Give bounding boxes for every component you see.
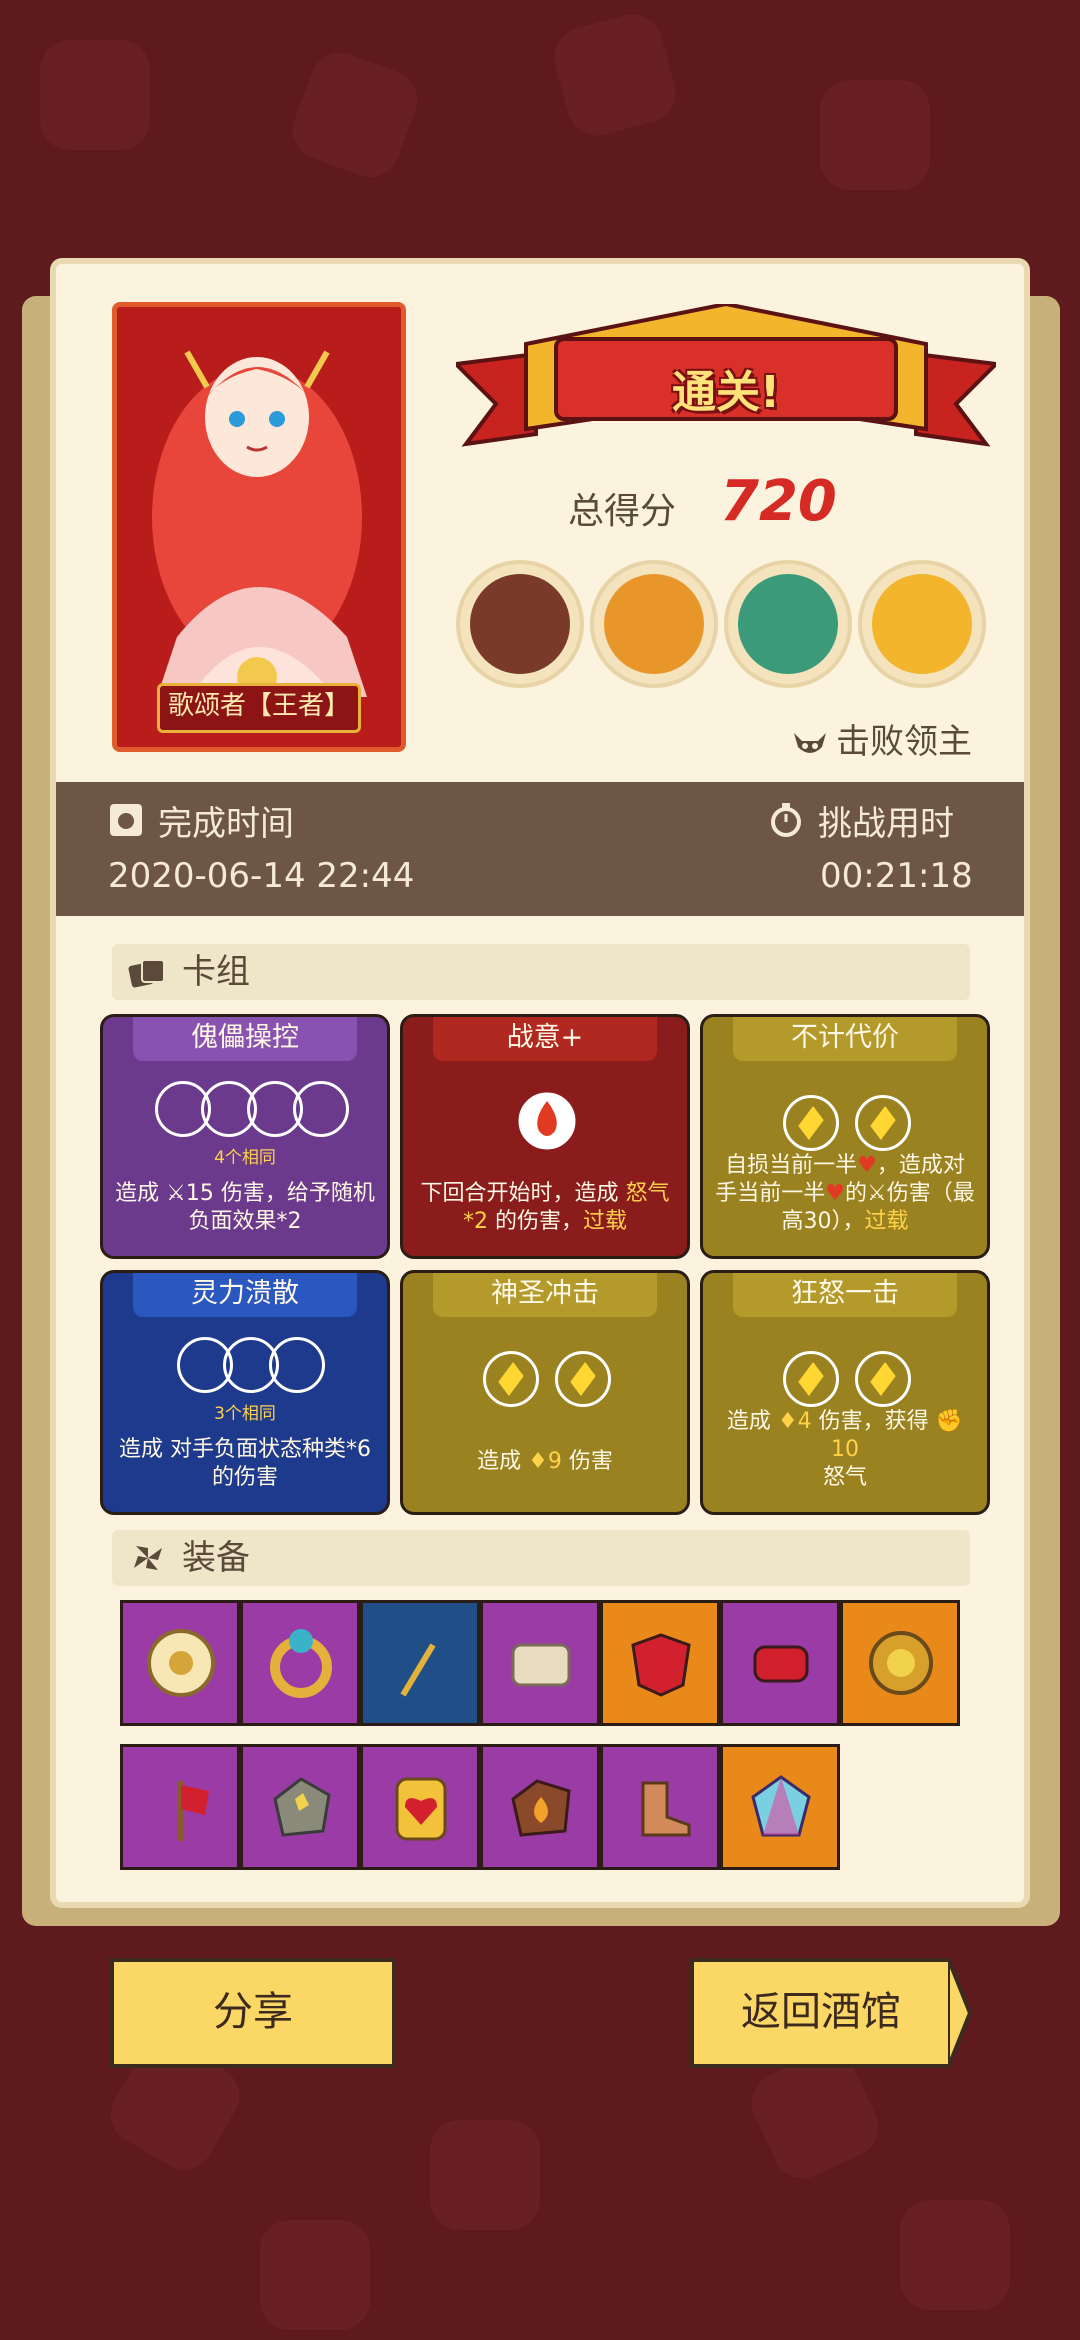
equipment-slot[interactable]: [720, 1744, 840, 1870]
back-to-tavern-button[interactable]: 返回酒馆: [690, 1958, 952, 2068]
skill-card-title: 神圣冲击: [433, 1273, 657, 1317]
gem-slot-icon: [783, 1095, 839, 1151]
equipment-slot[interactable]: [240, 1600, 360, 1726]
background-pattern: [284, 44, 426, 186]
result-panel: 歌颂者【王者】 通关! 总得分 720 击败领主 完成时间 2020-06-14…: [50, 258, 1030, 1908]
skill-card[interactable]: 狂怒一击 造成 ♦4 伤害，获得 ✊10 怒气: [700, 1270, 990, 1515]
cards-icon: [128, 959, 165, 988]
score-label: 总得分: [568, 491, 677, 532]
stone-icon: [273, 1777, 331, 1837]
skill-card-title: 灵力溃散: [133, 1273, 357, 1317]
background-pattern: [547, 7, 683, 143]
victory-banner-text: 通关!: [671, 367, 781, 418]
crystal-icon: [751, 1775, 811, 1837]
gem-slot-icon: [855, 1095, 911, 1151]
skill-card[interactable]: 战意+ 下回合开始时，造成 怒气*2 的伤害，过载: [400, 1014, 690, 1259]
score-value: 720: [720, 469, 837, 534]
equipment-slot[interactable]: [720, 1600, 840, 1726]
gem-icon: ♦: [528, 1449, 548, 1474]
background-pattern: [900, 2200, 1010, 2310]
equipment-slot[interactable]: [360, 1744, 480, 1870]
equipment-slot[interactable]: [120, 1744, 240, 1870]
equipment-slot[interactable]: [120, 1600, 240, 1726]
gem-slot-icon: [555, 1351, 611, 1407]
moon-wand-icon: [400, 1633, 447, 1697]
pinwheel-icon: [134, 1546, 162, 1570]
slot-circle: [269, 1337, 325, 1393]
duration-value: 00:21:18: [820, 856, 973, 896]
gem-slot-icon: [483, 1351, 539, 1407]
skill-card[interactable]: 不计代价 自损当前一半♥，造成对手当前一半♥的⚔伤害（最高30），过载: [700, 1014, 990, 1259]
finish-time-value: 2020-06-14 22:44: [108, 856, 415, 896]
skill-card-desc: 造成 ⚔15 伤害，给予随机负面效果*2: [115, 1181, 375, 1234]
equipment-slot[interactable]: [600, 1600, 720, 1726]
equipment-slot[interactable]: [480, 1600, 600, 1726]
duration-label: 挑战用时: [818, 804, 954, 844]
equipment-title: 装备: [182, 1538, 250, 1578]
boss-avatar: [858, 560, 986, 688]
skill-card-title: 不计代价: [733, 1017, 957, 1061]
calendar-icon: [110, 804, 142, 836]
hero-name: 歌颂者【王者】: [157, 683, 361, 733]
defeat-boss-label: 击败领主: [792, 714, 972, 763]
boss-avatar: [724, 560, 852, 688]
equipment-slot[interactable]: [240, 1744, 360, 1870]
defeat-boss-text: 击败领主: [836, 722, 972, 762]
ring-icon: [270, 1629, 332, 1698]
skull-horns-icon: [794, 732, 826, 753]
armor-icon: [631, 1633, 691, 1697]
bracer-icon: [753, 1645, 809, 1683]
deck-section-header: 卡组: [112, 944, 970, 1000]
shield-icon: [147, 1629, 215, 1697]
skill-card-desc: 下回合开始时，造成 怒气*2 的伤害，过载: [420, 1181, 670, 1234]
skill-card-desc: 造成 ♦4 伤害，获得 ✊10 怒气: [726, 1409, 964, 1490]
skill-card-desc: 自损当前一半♥，造成对手当前一半♥的⚔伤害（最高30），过载: [715, 1153, 975, 1234]
skill-card-desc: 造成 ♦9 伤害: [477, 1449, 613, 1474]
scroll-icon: [511, 1643, 571, 1687]
finish-time-label: 完成时间: [158, 804, 294, 844]
time-bar: 完成时间 2020-06-14 22:44 挑战用时 00:21:18: [56, 782, 1024, 916]
equipment-slot[interactable]: [480, 1744, 600, 1870]
equipment-slot[interactable]: [360, 1600, 480, 1726]
deck-title: 卡组: [182, 952, 250, 992]
fist-icon: ✊: [935, 1409, 964, 1434]
skill-card-title: 狂怒一击: [733, 1273, 957, 1317]
equipment-slot[interactable]: [600, 1744, 720, 1870]
medal-icon: [869, 1631, 933, 1695]
gem-icon: ♦: [777, 1409, 798, 1434]
equipment-slot[interactable]: [840, 1600, 960, 1726]
hero-card: 歌颂者【王者】: [112, 302, 406, 752]
skill-card[interactable]: 傀儡操控 4个相同 造成 ⚔15 伤害，给予随机负面效果*2: [100, 1014, 390, 1259]
gem-slot-icon: [783, 1351, 839, 1407]
boss-avatar: [456, 560, 584, 688]
skill-card[interactable]: 神圣冲击 造成 ♦9 伤害: [400, 1270, 690, 1515]
same-count-label: 4个相同: [214, 1148, 276, 1168]
axe-icon: [178, 1781, 209, 1841]
heart-icon: ♥: [825, 1181, 845, 1206]
same-count-label: 3个相同: [214, 1404, 276, 1424]
hero-portrait: [117, 307, 401, 747]
boss-avatar: [590, 560, 718, 688]
skill-card-title: 战意+: [433, 1017, 657, 1061]
fire-stone-icon: [511, 1779, 571, 1837]
background-pattern: [260, 2220, 370, 2330]
heart-card-icon: [395, 1777, 447, 1841]
background-pattern: [430, 2120, 540, 2230]
stopwatch-icon: [771, 803, 801, 837]
gem-slot-icon: [855, 1351, 911, 1407]
flame-icon: [518, 1092, 576, 1150]
skill-card-desc: 造成 对手负面状态种类*6的伤害: [119, 1437, 371, 1490]
arrow-tip-icon: [948, 1958, 972, 2068]
background-pattern: [40, 40, 150, 150]
sword-icon: ⚔: [166, 1181, 186, 1206]
background-pattern: [820, 80, 930, 190]
slot-circle: [293, 1081, 349, 1137]
equipment-section-header: 装备: [112, 1530, 970, 1586]
heart-icon: ♥: [857, 1153, 877, 1178]
share-button[interactable]: 分享: [110, 1958, 396, 2068]
sword-icon: ⚔: [867, 1181, 887, 1206]
skill-card[interactable]: 灵力溃散 3个相同 造成 对手负面状态种类*6的伤害: [100, 1270, 390, 1515]
skill-card-title: 傀儡操控: [133, 1017, 357, 1061]
boots-icon: [641, 1781, 691, 1837]
